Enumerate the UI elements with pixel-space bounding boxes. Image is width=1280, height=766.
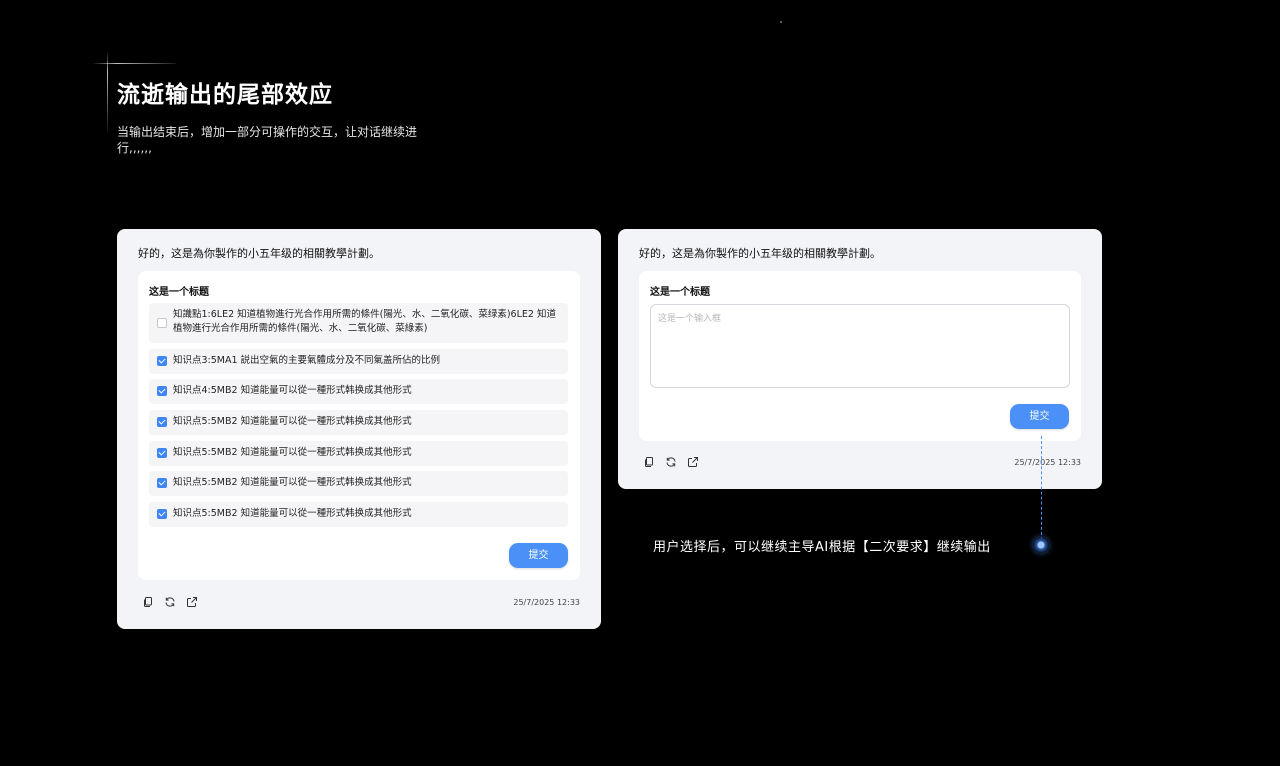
option-checkbox[interactable] <box>157 448 167 458</box>
question-title: 这是一个标题 <box>149 287 209 298</box>
answer-input[interactable] <box>651 305 1069 387</box>
option-item[interactable]: 知识点3:5MA1 説出空氣的主要氣體成分及不同氣盖所佔的比例 <box>149 349 568 374</box>
option-checkbox[interactable] <box>157 417 167 427</box>
selection-panel: 这是一个标题 知識點1:6LE2 知道植物進行光合作用所需的條件(陽光、水、二氧… <box>138 271 580 580</box>
question-title: 这是一个标题 <box>650 287 710 298</box>
option-checkbox[interactable] <box>157 318 167 328</box>
option-label: 知识点5:5MB2 知道能量可以從一種形式韩换成其他形式 <box>173 416 412 427</box>
share-icon[interactable] <box>687 456 699 468</box>
message-timestamp: 25/7/2025 12:33 <box>1014 458 1081 467</box>
option-checkbox[interactable] <box>157 356 167 366</box>
option-label: 知识点5:5MB2 知道能量可以從一種形式韩换成其他形式 <box>173 447 412 458</box>
page-subtitle: 当输出结束后，增加一部分可操作的交互，让对话继续进行,,,,,, <box>117 125 418 155</box>
copy-icon[interactable] <box>643 456 655 468</box>
corner-line-horizontal <box>92 63 176 64</box>
option-label: 知識點1:6LE2 知道植物進行光合作用所需的條件(陽光、水、二氧化碳、菜绿素)… <box>173 309 556 334</box>
refresh-icon[interactable] <box>665 456 677 468</box>
option-label: 知识点4:5MB2 知道能量可以從一種形式韩换成其他形式 <box>173 385 412 396</box>
option-label: 知识点5:5MB2 知道能量可以從一種形式韩换成其他形式 <box>173 477 412 488</box>
annotation-marker <box>1033 537 1049 553</box>
submit-button[interactable]: 提交 <box>1010 404 1069 429</box>
option-checkbox[interactable] <box>157 509 167 519</box>
option-item[interactable]: 知识点5:5MB2 知道能量可以從一種形式韩换成其他形式 <box>149 441 568 466</box>
input-panel: 这是一个标题 提交 <box>639 271 1081 441</box>
annotation-connector <box>1041 436 1042 540</box>
decorative-dot <box>780 21 782 23</box>
option-item[interactable]: 知识点5:5MB2 知道能量可以從一種形式韩换成其他形式 <box>149 502 568 527</box>
answer-input-box[interactable] <box>650 304 1070 388</box>
submit-button[interactable]: 提交 <box>509 543 568 568</box>
message-timestamp: 25/7/2025 12:33 <box>513 598 580 607</box>
option-checkbox[interactable] <box>157 386 167 396</box>
chat-response-card-selection: 好的，这是為你製作的小五年级的相關教學計劃。 这是一个标题 知識點1:6LE2 … <box>117 229 601 629</box>
option-item[interactable]: 知识点5:5MB2 知道能量可以從一種形式韩换成其他形式 <box>149 410 568 435</box>
option-label: 知识点3:5MA1 説出空氣的主要氣體成分及不同氣盖所佔的比例 <box>173 355 441 366</box>
refresh-icon[interactable] <box>164 596 176 608</box>
chat-response-card-input: 好的，这是為你製作的小五年级的相關教學計劃。 这是一个标题 提交 25/7/20… <box>618 229 1102 489</box>
page-title: 流逝输出的尾部效应 <box>117 82 333 108</box>
annotation-text: 用户选择后，可以继续主导AI根据【二次要求】继续输出 <box>653 540 991 555</box>
response-intro: 好的，这是為你製作的小五年级的相關教學計劃。 <box>138 247 380 260</box>
response-intro: 好的，这是為你製作的小五年级的相關教學計劃。 <box>639 247 881 260</box>
option-label: 知识点5:5MB2 知道能量可以從一種形式韩换成其他形式 <box>173 508 412 519</box>
corner-line-vertical <box>107 52 108 132</box>
option-checkbox[interactable] <box>157 478 167 488</box>
option-item[interactable]: 知識點1:6LE2 知道植物進行光合作用所需的條件(陽光、水、二氧化碳、菜绿素)… <box>149 303 568 343</box>
copy-icon[interactable] <box>142 596 154 608</box>
option-item[interactable]: 知识点4:5MB2 知道能量可以從一種形式韩换成其他形式 <box>149 379 568 404</box>
option-item[interactable]: 知识点5:5MB2 知道能量可以從一種形式韩换成其他形式 <box>149 471 568 496</box>
share-icon[interactable] <box>186 596 198 608</box>
